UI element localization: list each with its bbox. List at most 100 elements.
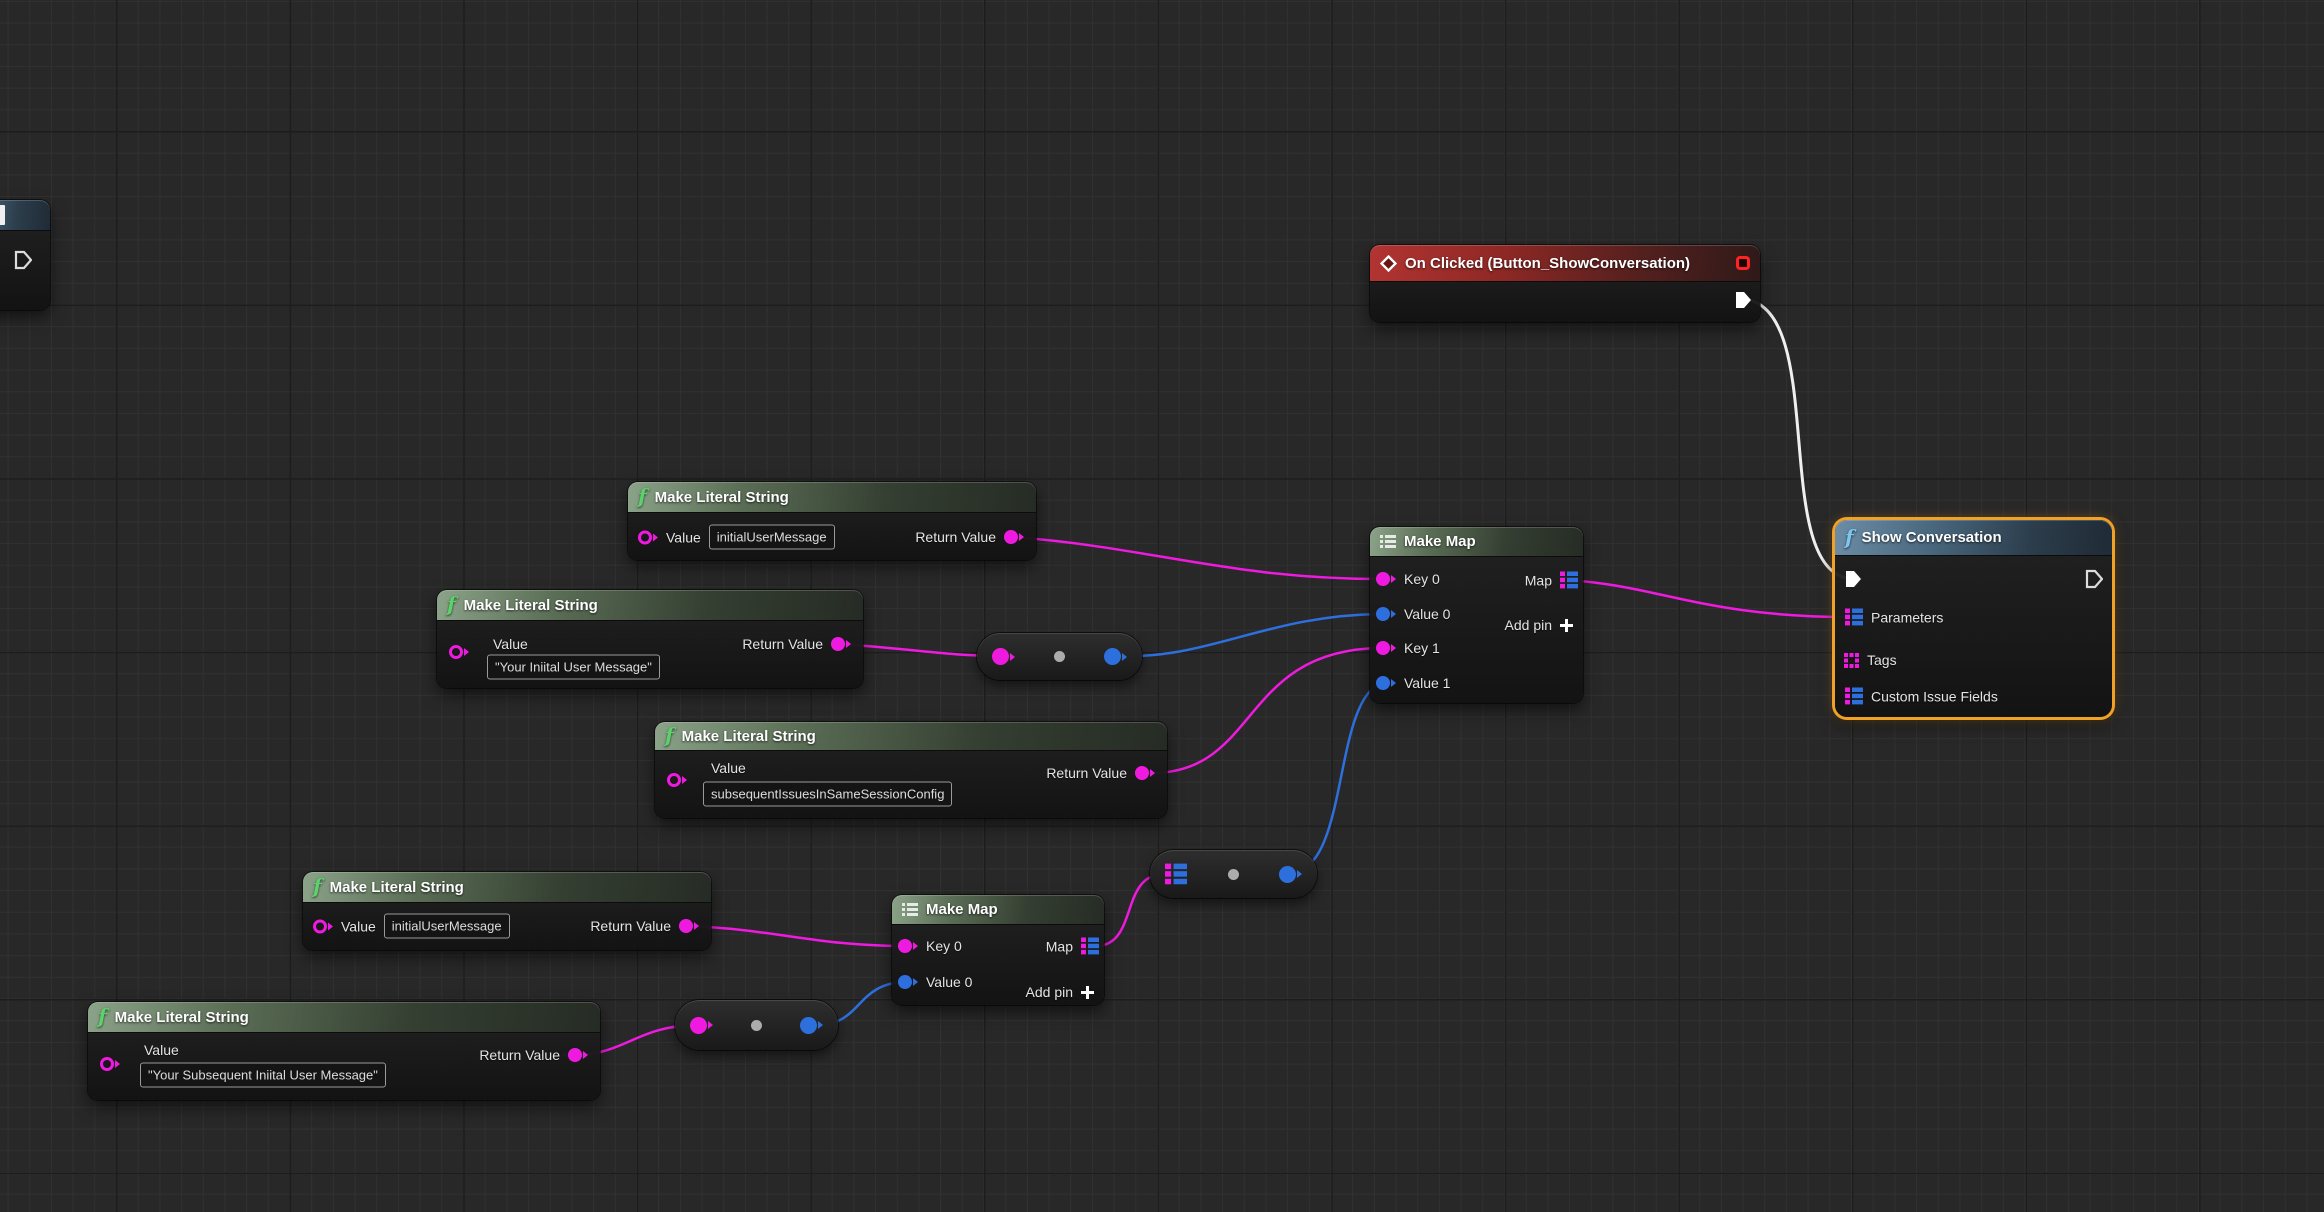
value-input-pin[interactable] bbox=[638, 530, 658, 544]
pin-label: Map bbox=[1525, 572, 1552, 588]
struct-output-pin[interactable] bbox=[1279, 866, 1302, 883]
add-pin-button[interactable]: Add pin bbox=[1026, 984, 1094, 1000]
node-make-literal-string-2[interactable]: f Make Literal String Value "Your Iniita… bbox=[437, 590, 863, 688]
wire-string-mls4-to-makemapbottom-key0[interactable] bbox=[687, 926, 905, 946]
function-icon: f bbox=[313, 876, 322, 896]
node-make-map-bottom[interactable]: Make Map Key 0 Value 0 Map Add pin bbox=[892, 895, 1104, 1005]
node-on-clicked-event[interactable]: On Clicked (Button_ShowConversation) bbox=[1370, 245, 1760, 322]
value-input[interactable]: "Your Subsequent Iniital User Message" bbox=[140, 1063, 386, 1088]
exec-output-pin[interactable] bbox=[14, 250, 32, 270]
node-title: Make Literal String bbox=[330, 879, 464, 896]
pin-label: Value bbox=[493, 636, 528, 652]
function-icon: f bbox=[98, 1006, 107, 1026]
map-pin-icon[interactable] bbox=[1845, 688, 1863, 705]
pin-label: Value bbox=[144, 1042, 179, 1058]
blueprint-graph-canvas[interactable]: On Clicked (Button_ShowConversation) f S… bbox=[0, 0, 2324, 1212]
pin-label: Key 1 bbox=[1404, 640, 1440, 656]
node-header: f Make Literal String bbox=[303, 872, 711, 903]
value-input-pin[interactable] bbox=[449, 645, 469, 659]
pin-label: Key 0 bbox=[926, 938, 962, 954]
string-input-pin[interactable] bbox=[992, 648, 1015, 665]
function-icon: f bbox=[638, 486, 647, 506]
pin-label: Value bbox=[341, 918, 376, 934]
function-icon: f bbox=[665, 725, 674, 745]
pin-label: Tags bbox=[1867, 652, 1897, 668]
return-value-pin[interactable] bbox=[1004, 530, 1024, 544]
pin-label: Map bbox=[1046, 938, 1073, 954]
delegate-pin-icon[interactable] bbox=[1736, 256, 1750, 270]
node-header: f Make Literal String bbox=[437, 590, 863, 621]
make-map-icon bbox=[1380, 534, 1396, 549]
node-header: f Make Literal String bbox=[88, 1002, 600, 1033]
map-output-pin-icon[interactable] bbox=[1081, 938, 1099, 955]
wire-struct-conversion-a-to-makemap-value0[interactable] bbox=[1116, 614, 1382, 656]
node-title: Make Literal String bbox=[464, 597, 598, 614]
map-pin-icon[interactable] bbox=[1845, 609, 1863, 626]
node-header: f Make Literal String bbox=[655, 722, 1167, 751]
value-input[interactable]: initialUserMessage bbox=[709, 525, 835, 550]
conversion-node-c[interactable] bbox=[675, 1000, 838, 1050]
value-input[interactable]: initialUserMessage bbox=[384, 914, 510, 939]
node-make-literal-string-1[interactable]: f Make Literal String Value initialUserM… bbox=[628, 482, 1036, 560]
return-value-pin[interactable] bbox=[679, 919, 699, 933]
node-title: Make Map bbox=[1404, 533, 1476, 550]
exec-output-pin[interactable] bbox=[1734, 290, 1752, 310]
map-input-pin-icon[interactable] bbox=[1165, 862, 1187, 886]
value-input[interactable]: "Your Iniital User Message" bbox=[487, 655, 660, 680]
wire-string-mls1-to-makemap-key0[interactable] bbox=[1012, 537, 1382, 579]
wire-map-makemaptop-to-parameters[interactable] bbox=[1568, 580, 1850, 617]
node-title: On Clicked (Button_ShowConversation) bbox=[1405, 255, 1690, 272]
exec-input-pin[interactable] bbox=[1844, 569, 1862, 589]
plus-icon bbox=[1560, 619, 1573, 632]
conversion-node-b[interactable] bbox=[1150, 850, 1317, 898]
value-pin[interactable] bbox=[1376, 607, 1396, 621]
node-make-literal-string-4[interactable]: f Make Literal String Value initialUserM… bbox=[303, 872, 711, 950]
node-make-literal-string-3[interactable]: f Make Literal String Value subsequentIs… bbox=[655, 722, 1167, 818]
value-input-pin[interactable] bbox=[313, 919, 333, 933]
value-input-pin[interactable] bbox=[667, 773, 687, 787]
key-pin[interactable] bbox=[1376, 572, 1396, 586]
node-partial-left-edge[interactable] bbox=[0, 200, 50, 310]
node-title: Show Conversation bbox=[1862, 529, 2002, 546]
conversion-dot-icon bbox=[1228, 869, 1239, 880]
node-header bbox=[0, 200, 50, 231]
make-map-icon bbox=[902, 902, 918, 917]
wire-struct-conversion-b-to-makemap-value1[interactable] bbox=[1291, 683, 1382, 873]
pin-label: Value 0 bbox=[926, 974, 972, 990]
key-pin[interactable] bbox=[1376, 641, 1396, 655]
map-output-pin-icon[interactable] bbox=[1560, 572, 1578, 589]
event-diamond-icon bbox=[1380, 255, 1397, 272]
pin-label: Key 0 bbox=[1404, 571, 1440, 587]
node-header: Make Map bbox=[892, 895, 1104, 925]
exec-output-pin[interactable] bbox=[2085, 569, 2103, 589]
value-input[interactable]: subsequentIssuesInSameSessionConfig bbox=[703, 782, 952, 807]
set-pin-icon[interactable] bbox=[1844, 653, 1859, 668]
add-pin-label: Add pin bbox=[1026, 984, 1073, 1000]
add-pin-button[interactable]: Add pin bbox=[1505, 617, 1573, 633]
node-header: Make Map bbox=[1370, 527, 1583, 557]
return-value-pin[interactable] bbox=[831, 637, 851, 651]
pin-label: Return Value bbox=[1046, 765, 1127, 781]
string-input-pin[interactable] bbox=[690, 1017, 713, 1034]
value-pin[interactable] bbox=[898, 975, 918, 989]
value-input-pin[interactable] bbox=[100, 1057, 120, 1071]
return-value-pin[interactable] bbox=[1135, 766, 1155, 780]
add-pin-label: Add pin bbox=[1505, 617, 1552, 633]
node-title: Make Literal String bbox=[682, 728, 816, 745]
node-make-map-top[interactable]: Make Map Key 0 Value 0 Key 1 Value 1 Map… bbox=[1370, 527, 1583, 703]
conversion-dot-icon bbox=[751, 1020, 762, 1031]
pin-label: Custom Issue Fields bbox=[1871, 688, 1998, 704]
struct-output-pin[interactable] bbox=[1104, 648, 1127, 665]
function-icon: f bbox=[447, 594, 456, 614]
pin-label: Value 1 bbox=[1404, 675, 1450, 691]
conversion-dot-icon bbox=[1054, 651, 1065, 662]
conversion-node-a[interactable] bbox=[977, 633, 1142, 680]
node-make-literal-string-5[interactable]: f Make Literal String Value "Your Subseq… bbox=[88, 1002, 600, 1100]
key-pin[interactable] bbox=[898, 939, 918, 953]
return-value-pin[interactable] bbox=[568, 1048, 588, 1062]
struct-output-pin[interactable] bbox=[800, 1017, 823, 1034]
node-header: f Show Conversation bbox=[1835, 520, 2112, 556]
pin-label: Parameters bbox=[1871, 609, 1943, 625]
node-show-conversation[interactable]: f Show Conversation Parameters bbox=[1835, 520, 2112, 717]
value-pin[interactable] bbox=[1376, 676, 1396, 690]
